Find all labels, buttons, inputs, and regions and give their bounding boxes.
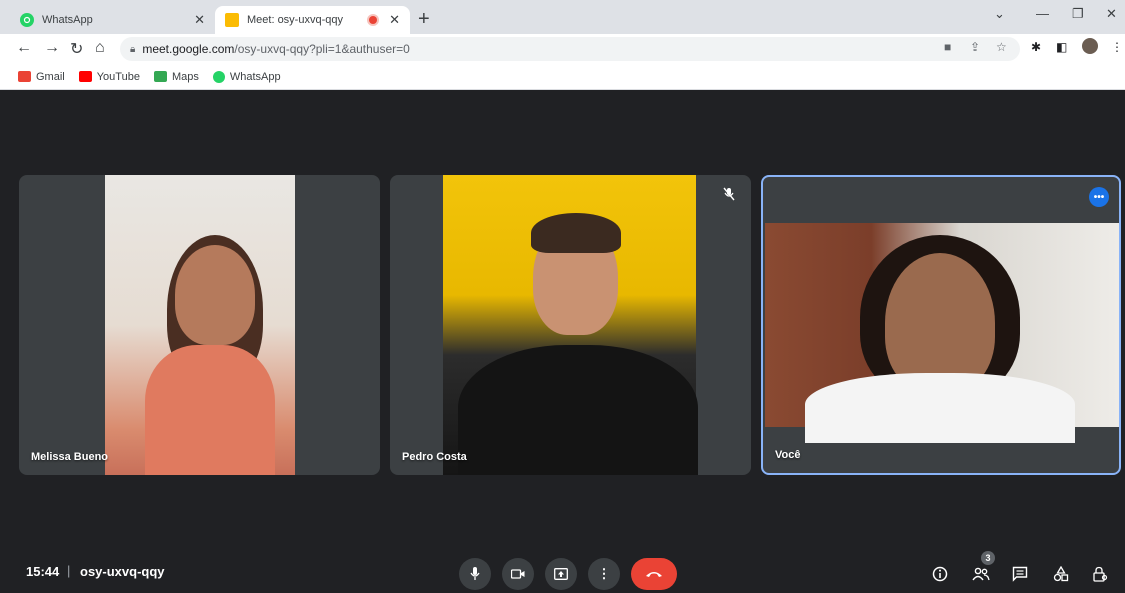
- participant-name: Você: [775, 449, 801, 461]
- people-button[interactable]: [970, 563, 992, 585]
- gmail-icon: [18, 71, 31, 82]
- bookmark-label: Maps: [171, 70, 199, 83]
- bookmarks-bar: Gmail YouTube Maps WhatsApp: [0, 64, 1125, 90]
- whatsapp-icon: [212, 70, 225, 83]
- microphone-button[interactable]: [459, 558, 491, 590]
- reload-icon[interactable]: ↻: [70, 39, 83, 59]
- meeting-code: osy-uxvq-qqy: [80, 564, 165, 579]
- lock-icon: 🔒︎: [130, 43, 136, 55]
- profile-avatar[interactable]: [1082, 38, 1098, 54]
- bookmark-star-icon[interactable]: ☆: [996, 40, 1007, 54]
- close-icon[interactable]: ✕: [389, 12, 400, 28]
- lock-person-icon: [1093, 566, 1108, 582]
- head-shape: [885, 253, 995, 393]
- participant-tile-self[interactable]: ••• Você: [761, 175, 1121, 475]
- meeting-time: 15:44: [26, 564, 60, 579]
- participant-name: Pedro Costa: [402, 451, 467, 463]
- bookmark-label: Gmail: [36, 70, 65, 83]
- microphone-icon: [470, 567, 480, 580]
- side-panel-icon[interactable]: ◧: [1056, 40, 1067, 54]
- browser-tab-strip: WhatsApp ✕ Meet: osy-uxvq-qqy ✕ + ⌄ — ❐ …: [0, 0, 1125, 34]
- participant-video: [105, 175, 295, 475]
- people-icon: [972, 567, 990, 581]
- restore-icon[interactable]: ❐: [1072, 6, 1084, 22]
- body-shape: [145, 345, 275, 475]
- bookmark-label: YouTube: [96, 70, 140, 83]
- meeting-details-button[interactable]: [929, 563, 951, 585]
- tab-meet[interactable]: Meet: osy-uxvq-qqy ✕: [215, 6, 410, 34]
- people-count-badge: 3: [981, 551, 995, 565]
- bookmark-label: WhatsApp: [229, 70, 281, 83]
- maps-icon: [153, 71, 167, 82]
- close-icon[interactable]: ✕: [194, 12, 205, 28]
- home-icon[interactable]: ⌂: [95, 39, 105, 57]
- activities-icon: [1053, 566, 1069, 582]
- url-path: /osy-uxvq-qqy?pli=1&authuser=0: [234, 42, 410, 56]
- bookmark-whatsapp[interactable]: WhatsApp: [212, 70, 281, 83]
- call-end-icon: [646, 572, 662, 577]
- present-screen-button[interactable]: [545, 558, 577, 590]
- extensions-icon[interactable]: ✱: [1031, 40, 1041, 54]
- camera-icon: [511, 569, 525, 579]
- more-options-icon[interactable]: •••: [1089, 187, 1109, 207]
- divider: |: [67, 563, 71, 578]
- browser-toolbar: ← → ↻ ⌂ 🔒︎ meet.google.com /osy-uxvq-qqy…: [0, 34, 1125, 64]
- participant-video: [443, 175, 698, 475]
- address-bar[interactable]: 🔒︎ meet.google.com /osy-uxvq-qqy?pli=1&a…: [120, 37, 1020, 61]
- chevron-down-icon[interactable]: ⌄: [994, 6, 1005, 22]
- url-host: meet.google.com: [142, 42, 235, 56]
- head-shape: [175, 245, 255, 345]
- share-icon[interactable]: ⇪: [970, 40, 980, 54]
- more-options-button[interactable]: ⋮: [588, 558, 620, 590]
- body-shape: [805, 373, 1075, 443]
- meet-stage: Melissa Bueno Pedro Costa ••• Você 15:44…: [0, 91, 1125, 592]
- window-close-icon[interactable]: ✕: [1106, 6, 1117, 22]
- tab-title: WhatsApp: [42, 14, 93, 26]
- bookmark-gmail[interactable]: Gmail: [18, 71, 65, 83]
- meeting-controls-bar: 15:44 | osy-uxvq-qqy ⋮ 3: [0, 551, 1125, 593]
- mic-off-icon: [721, 187, 737, 203]
- whatsapp-icon: [20, 13, 34, 27]
- leave-call-button[interactable]: [631, 558, 677, 590]
- participant-video: [765, 223, 1119, 443]
- camera-button[interactable]: [502, 558, 534, 590]
- chat-button[interactable]: [1009, 563, 1031, 585]
- hair-shape: [531, 213, 621, 253]
- google-meet-icon: [225, 13, 239, 27]
- chat-icon: [1012, 566, 1028, 582]
- recording-icon: [369, 16, 378, 24]
- menu-icon[interactable]: ⋮: [1111, 40, 1123, 54]
- bookmark-maps[interactable]: Maps: [153, 70, 199, 83]
- back-icon[interactable]: ←: [16, 39, 32, 57]
- new-tab-button[interactable]: +: [418, 8, 430, 31]
- tab-title: Meet: osy-uxvq-qqy: [247, 14, 343, 26]
- minimize-icon[interactable]: —: [1036, 6, 1049, 21]
- youtube-icon: [78, 71, 92, 82]
- tab-whatsapp[interactable]: WhatsApp ✕: [10, 6, 215, 34]
- activities-button[interactable]: [1050, 563, 1072, 585]
- present-screen-icon: [554, 568, 568, 580]
- participant-name: Melissa Bueno: [31, 451, 109, 463]
- forward-icon[interactable]: →: [44, 39, 60, 57]
- participant-tile[interactable]: Pedro Costa: [390, 175, 751, 475]
- participant-tile[interactable]: Melissa Bueno: [19, 175, 380, 475]
- info-icon: [932, 566, 948, 582]
- more-vert-icon: ⋮: [597, 566, 611, 581]
- host-controls-button[interactable]: [1089, 563, 1111, 585]
- camera-in-use-icon[interactable]: ■: [944, 40, 951, 54]
- bookmark-youtube[interactable]: YouTube: [78, 70, 140, 83]
- body-shape: [458, 345, 698, 475]
